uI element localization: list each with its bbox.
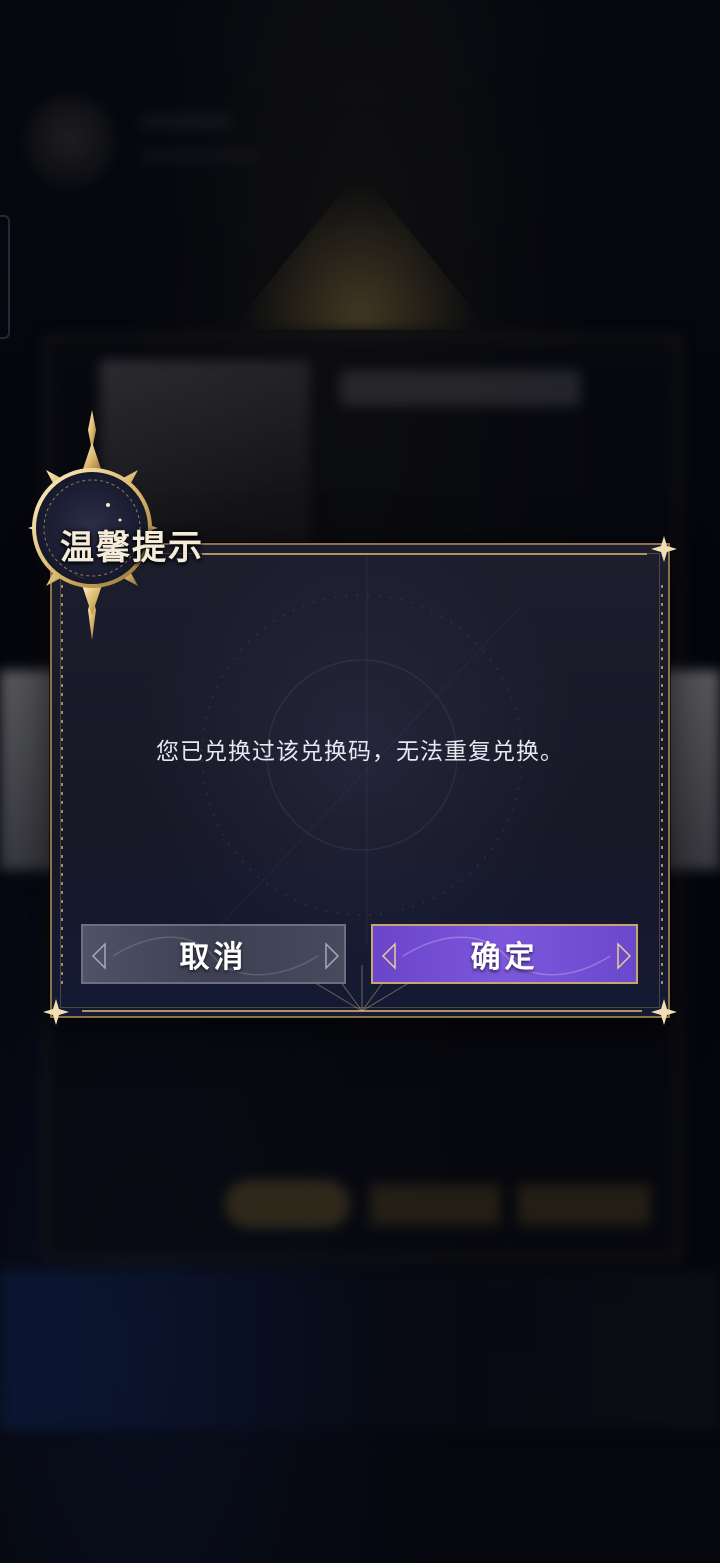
diamond-star-icon	[651, 536, 677, 562]
diamond-star-icon	[43, 999, 69, 1025]
confirm-button-label: 确定	[470, 940, 539, 975]
cancel-button-label: 取消	[179, 940, 248, 975]
dialog-message: 您已兑换过该兑换码，无法重复兑换。	[156, 739, 564, 765]
dialog-title: 温馨提示	[60, 528, 204, 568]
confirm-button[interactable]: 确定	[371, 924, 638, 984]
game-screen: 温馨提示 您已兑换过该兑换码，无法重复兑换。 取消 确定	[0, 0, 720, 1563]
diamond-star-icon	[651, 999, 677, 1025]
cancel-button[interactable]: 取消	[81, 924, 346, 984]
